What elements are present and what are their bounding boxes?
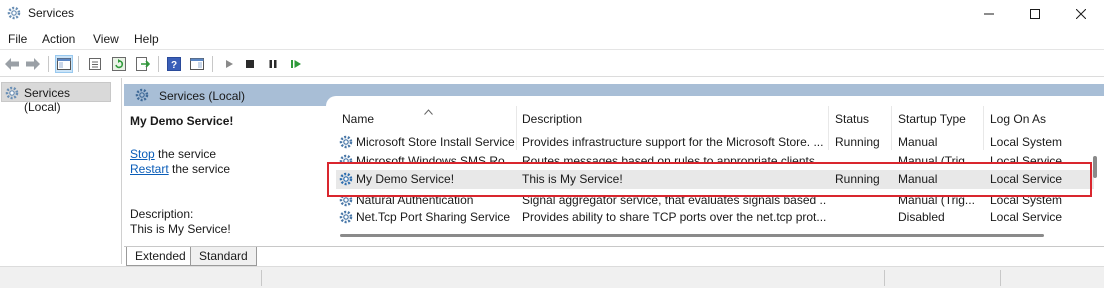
horizontal-scrollbar[interactable]: [340, 234, 1044, 237]
cell-description: Routes messages based on rules to approp…: [522, 154, 819, 162]
cell-description: This is My Service!: [522, 172, 623, 186]
title-bar: Services: [0, 0, 1104, 28]
cell-status: Running: [835, 135, 880, 149]
detail-service-name: My Demo Service!: [130, 114, 234, 128]
forward-icon[interactable]: [24, 55, 42, 73]
close-button[interactable]: [1058, 0, 1104, 28]
gear-icon: [134, 87, 150, 103]
table-row[interactable]: Natural Authentication Signal aggregator…: [336, 197, 1094, 208]
pane-header-title: Services (Local): [159, 89, 246, 103]
description-label: Description:: [130, 207, 194, 221]
cell-startup-type: Manual (Trig...: [898, 154, 975, 162]
pane-header: Services (Local): [124, 84, 1104, 106]
column-header-startup-type[interactable]: Startup Type: [898, 112, 966, 126]
action-pane-icon[interactable]: [188, 55, 206, 73]
cell-status: Running: [835, 172, 880, 186]
start-icon[interactable]: [220, 55, 238, 73]
column-header-description[interactable]: Description: [522, 112, 582, 126]
refresh-icon[interactable]: [110, 55, 128, 73]
view-tabs: Extended Standard: [124, 246, 1104, 266]
cell-description: Signal aggregator service, that evaluate…: [522, 197, 826, 207]
table-row[interactable]: Microsoft Store Install Service Provides…: [336, 133, 1094, 152]
toolbar: ?: [0, 51, 1104, 77]
cell-description: Provides ability to share TCP ports over…: [522, 210, 826, 224]
toolbar-separator: [78, 56, 79, 72]
tree-item-services-local[interactable]: Services (Local): [1, 82, 111, 114]
cell-log-on-as: Local Service: [990, 210, 1063, 224]
properties-icon[interactable]: [86, 55, 104, 73]
status-bar: [0, 266, 1104, 288]
column-header-log-on-as[interactable]: Log On As: [990, 112, 1046, 126]
status-divider: [1000, 270, 1001, 286]
help-icon[interactable]: ?: [165, 55, 183, 73]
services-pane: Services (Local) My Demo Service! Stop t…: [124, 84, 1104, 264]
cell-startup-type: Manual: [898, 172, 938, 186]
tab-extended[interactable]: Extended: [126, 247, 195, 266]
menu-bar: File Action View Help: [0, 28, 1104, 50]
table-row[interactable]: Net.Tcp Port Sharing Service Provides ab…: [336, 208, 1094, 227]
cell-name: Microsoft Store Install Service: [356, 135, 515, 149]
cell-description: Provides infrastructure support for the …: [522, 135, 824, 149]
column-header-name[interactable]: Name: [342, 112, 374, 126]
menu-action[interactable]: Action: [42, 32, 75, 46]
restart-link[interactable]: Restart: [130, 162, 169, 176]
cell-log-on-as: Local System: [990, 135, 1063, 149]
column-header-status[interactable]: Status: [835, 112, 869, 126]
cell-log-on-as: Local System: [990, 197, 1063, 207]
cell-name: Natural Authentication: [356, 197, 474, 207]
toolbar-separator: [158, 56, 159, 72]
cell-startup-type: Manual (Trig...: [898, 197, 975, 207]
window-title: Services: [28, 6, 75, 20]
export-list-icon[interactable]: [134, 55, 152, 73]
table-row[interactable]: Microsoft Windows SMS Ro... Routes messa…: [336, 152, 1094, 162]
toolbar-separator: [212, 56, 213, 72]
show-hide-console-tree-icon[interactable]: [55, 55, 73, 73]
menu-file[interactable]: File: [8, 32, 27, 46]
table-row-selected[interactable]: My Demo Service! This is My Service! Run…: [336, 170, 1094, 189]
toolbar-separator: [48, 56, 49, 72]
menu-help[interactable]: Help: [134, 32, 159, 46]
cell-name: Microsoft Windows SMS Ro...: [356, 154, 515, 162]
back-icon[interactable]: [3, 55, 21, 73]
row-clip: Natural Authentication Signal aggregator…: [336, 197, 1094, 208]
description-value: This is My Service!: [130, 222, 231, 236]
cell-name: Net.Tcp Port Sharing Service: [356, 210, 511, 224]
status-divider: [884, 270, 885, 286]
console-tree: Services (Local): [0, 78, 122, 264]
gear-icon: [6, 5, 22, 21]
cell-name: My Demo Service!: [356, 172, 455, 186]
stop-suffix: the service: [154, 147, 217, 161]
stop-action: Stop the service: [130, 147, 216, 161]
restart-suffix: the service: [168, 162, 231, 176]
restart-action: Restart the service: [130, 162, 230, 176]
tab-standard[interactable]: Standard: [190, 247, 257, 266]
cell-startup-type: Manual: [898, 135, 938, 149]
stop-link[interactable]: Stop: [130, 147, 155, 161]
row-clip: Microsoft Windows SMS Ro... Routes messa…: [336, 152, 1094, 162]
pane-header-notch: [326, 96, 1104, 106]
maximize-button[interactable]: [1012, 0, 1058, 28]
cell-log-on-as: Local Service: [990, 154, 1063, 162]
svg-text:?: ?: [171, 60, 177, 71]
gear-icon: [4, 85, 20, 101]
resume-icon[interactable]: [287, 55, 305, 73]
stop-icon[interactable]: [241, 55, 259, 73]
minimize-button[interactable]: [966, 0, 1012, 28]
menu-view[interactable]: View: [93, 32, 119, 46]
cell-startup-type: Disabled: [898, 210, 945, 224]
status-divider: [261, 270, 262, 286]
sort-ascending-icon: [424, 104, 433, 118]
vertical-scrollbar[interactable]: [1093, 156, 1097, 178]
tree-item-label: Services (Local): [24, 86, 71, 114]
cell-log-on-as: Local Service: [990, 172, 1063, 186]
pause-icon[interactable]: [264, 55, 282, 73]
